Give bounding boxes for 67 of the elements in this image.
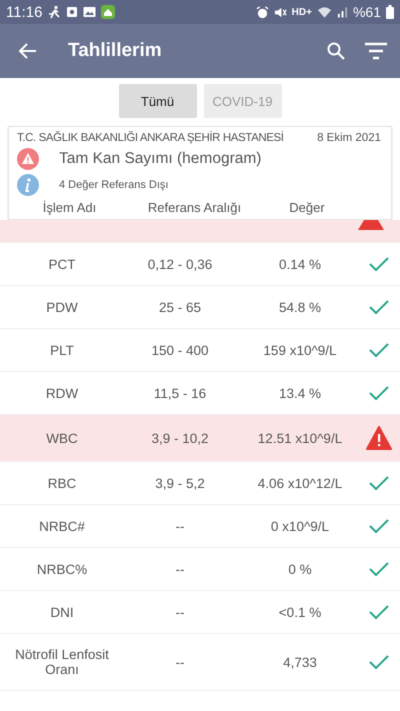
reference-range: -- bbox=[174, 604, 186, 620]
test-date: 8 Ekim 2021 bbox=[317, 132, 381, 144]
result-value: 13.4 % bbox=[278, 386, 322, 400]
reference-range: 25 - 65 bbox=[158, 300, 202, 314]
check-icon bbox=[369, 299, 389, 315]
test-code: NRBC% bbox=[36, 562, 88, 576]
test-name: Tam Kan Sayımı (hemogram) bbox=[59, 150, 262, 168]
battery-level: %61 bbox=[352, 4, 381, 20]
signal-icon bbox=[336, 6, 348, 18]
column-header: Değer bbox=[288, 200, 326, 215]
column-header: Referans Aralığı bbox=[146, 200, 242, 215]
warning-icon bbox=[358, 220, 384, 230]
info-icon bbox=[17, 174, 39, 196]
result-value: 0 % bbox=[287, 562, 313, 576]
reference-range: -- bbox=[174, 518, 186, 534]
test-code: WBC bbox=[45, 430, 79, 446]
reference-range: -- bbox=[174, 562, 186, 576]
result-value: <0.1 % bbox=[278, 604, 322, 620]
battery-icon bbox=[386, 5, 394, 19]
warning-icon bbox=[17, 148, 39, 170]
test-code: RDW bbox=[44, 386, 80, 400]
filter-tab[interactable]: Tümü bbox=[118, 84, 196, 118]
check-icon bbox=[369, 385, 389, 401]
reference-range: 3,9 - 10,2 bbox=[150, 430, 210, 446]
warning-icon bbox=[366, 426, 392, 450]
reference-range: 11,5 - 16 bbox=[152, 386, 208, 400]
result-value: 0 x10^9/L bbox=[270, 518, 330, 534]
check-icon bbox=[369, 604, 389, 620]
runner-icon bbox=[47, 5, 62, 19]
hospital-name: T.C. SAĞLIK BAKANLIĞI ANKARA ŞEHİR HASTANESİ bbox=[17, 132, 284, 144]
check-icon bbox=[369, 342, 389, 358]
clock: 11:16 bbox=[6, 4, 42, 20]
search-icon bbox=[326, 41, 346, 61]
reference-range: 150 - 400 bbox=[150, 342, 210, 358]
mute-icon bbox=[274, 6, 287, 18]
alarm-icon bbox=[256, 6, 269, 18]
camera-icon bbox=[66, 6, 78, 18]
check-icon bbox=[369, 475, 389, 491]
reference-range: 0,12 - 0,36 bbox=[146, 256, 214, 272]
test-code: NRBC# bbox=[38, 518, 86, 534]
filter-icon bbox=[364, 41, 388, 61]
check-icon bbox=[369, 518, 389, 534]
wifi-icon bbox=[316, 6, 332, 18]
result-value: 12.51 x10^9/L bbox=[256, 430, 344, 446]
screen-title: Tahlillerim bbox=[68, 40, 163, 62]
result-value: 54.8 % bbox=[278, 300, 322, 314]
result-value: 0.14 % bbox=[278, 256, 322, 272]
back-arrow-icon bbox=[18, 41, 38, 61]
result-value: 4,733 bbox=[282, 654, 318, 670]
column-header: İşlem Adı bbox=[42, 200, 98, 215]
test-code: PLT bbox=[49, 342, 75, 358]
reference-range: 3,9 - 5,2 bbox=[154, 476, 206, 490]
check-icon bbox=[369, 256, 389, 272]
test-code: PDW bbox=[45, 300, 79, 314]
test-code: RBC bbox=[46, 476, 78, 490]
test-code: Nötrofil Lenfosit Oranı bbox=[14, 647, 110, 677]
test-code: DNI bbox=[49, 604, 75, 620]
check-icon bbox=[369, 561, 389, 577]
test-code: PCT bbox=[48, 256, 76, 272]
home-app-icon bbox=[101, 5, 116, 19]
out-of-range-count: 4 Değer Referans Dışı bbox=[59, 179, 168, 191]
result-value: 159 x10^9/L bbox=[262, 342, 338, 358]
network-type: HD+ bbox=[292, 6, 312, 18]
result-value: 4.06 x10^12/L bbox=[256, 476, 344, 490]
image-icon bbox=[83, 6, 96, 18]
check-icon bbox=[369, 654, 389, 670]
reference-range: -- bbox=[174, 654, 186, 670]
